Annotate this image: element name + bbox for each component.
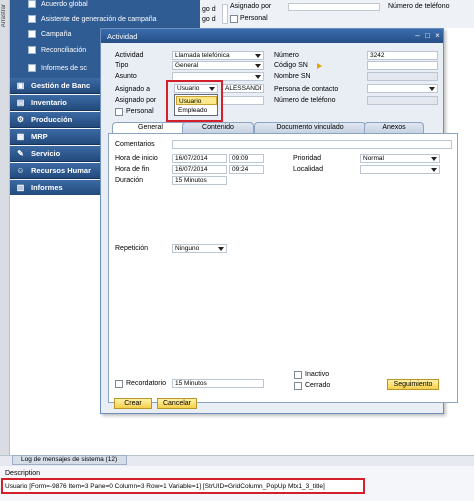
persona-contacto-label: Persona de contacto (274, 86, 339, 93)
hr-icon: ☺ (16, 166, 25, 175)
actividad-label: Actividad (115, 52, 144, 59)
mrp-icon: ▦ (16, 132, 25, 141)
description-title: Description (5, 470, 41, 477)
bg-asignado-label: Asignado por (230, 3, 272, 10)
telefono-label: Número de teléfono (274, 97, 336, 104)
service-icon: ✎ (17, 149, 24, 158)
localidad-select[interactable] (360, 165, 440, 174)
codigo-sn-label: Código SN (274, 62, 308, 69)
bank-icon: ▣ (16, 81, 25, 90)
cerrado-checkbox[interactable] (294, 382, 302, 390)
personal-label: Personal (126, 108, 154, 115)
repeticion-label: Repetición (115, 245, 149, 252)
prioridad-select[interactable]: Normal (360, 154, 440, 163)
cancelar-button[interactable]: Cancelar (157, 398, 197, 409)
maximize-icon[interactable]: □ (423, 31, 432, 40)
duracion-field[interactable]: 15 Minutos (172, 176, 227, 185)
asunto-label: Asunto (115, 73, 137, 80)
chevron-down-icon (255, 64, 261, 68)
asignado-por-label: Asignado por (115, 97, 157, 104)
localidad-label: Localidad (293, 166, 323, 173)
production-icon: ⚙ (16, 115, 25, 124)
chevron-down-icon (255, 75, 261, 79)
hora-inicio-label: Hora de inicio (115, 155, 158, 162)
close-icon[interactable]: × (433, 31, 442, 40)
duracion-label: Duración (115, 177, 144, 184)
recordatorio-field[interactable]: 15 Minutos (172, 379, 264, 388)
repeticion-select[interactable]: Ninguno (172, 244, 227, 253)
sidebar-subitem-asistente[interactable]: Asistente de generación de campaña (28, 11, 198, 27)
drag-strip-label: Arrastrar (1, 4, 7, 28)
tab-anexos[interactable]: Anexos (364, 122, 424, 133)
personal-checkbox[interactable] (115, 108, 123, 116)
dialog-title: Actividad (107, 31, 138, 41)
bg-go-label: go d (202, 6, 216, 13)
persona-contacto-select[interactable] (367, 84, 438, 93)
nombre-sn-field[interactable] (367, 72, 438, 81)
drag-strip[interactable]: Arrastrar (0, 0, 10, 470)
tab-documento-vinculado[interactable]: Documento vinculado (254, 122, 366, 133)
recordatorio-label: Recordatorio (126, 380, 167, 387)
numero-label: Número (274, 52, 299, 59)
bg-asignado-field (288, 3, 380, 11)
chevron-down-icon (429, 87, 435, 91)
chevron-down-icon (218, 247, 224, 251)
folder-icon (28, 64, 36, 72)
hora-fin-time[interactable]: 09:24 (229, 165, 264, 174)
dialog-titlebar[interactable]: Actividad (101, 29, 443, 43)
numero-field[interactable]: 3242 (367, 51, 438, 60)
chevron-down-icon (255, 54, 261, 58)
asignado-por-field[interactable] (222, 96, 264, 105)
cerrado-label: Cerrado (305, 382, 331, 389)
bg-personal-label: Personal (240, 15, 268, 22)
form-icon (28, 15, 36, 23)
hora-fin-date[interactable]: 16/07/2014 (172, 165, 227, 174)
bg-telefono-label: Número de teléfono (388, 3, 450, 10)
bg-personal-checkbox (230, 15, 238, 23)
nombre-sn-label: Nombre SN (274, 73, 311, 80)
background-form: go d go d Asignado por Número de teléfon… (200, 0, 474, 28)
bg-go-label-2: go d (202, 16, 216, 23)
inactivo-checkbox[interactable] (294, 371, 302, 379)
hora-fin-label: Hora de fin (115, 166, 150, 173)
chevron-down-icon (431, 157, 437, 161)
tipo-label: Tipo (115, 62, 129, 69)
comentarios-field[interactable] (172, 140, 452, 149)
bg-field (222, 4, 228, 24)
codigo-sn-field[interactable] (367, 61, 438, 70)
form-icon (28, 46, 36, 54)
highlight-box-dropdown (166, 80, 223, 122)
chevron-down-icon (431, 168, 437, 172)
seguimiento-button[interactable]: Seguimiento (387, 379, 439, 390)
tab-contenido[interactable]: Contenido (182, 122, 254, 133)
tipo-select[interactable]: General (172, 61, 264, 70)
telefono-field[interactable] (367, 96, 438, 105)
description-text: Usuario [Form=-9876 Item=3 Pane=0 Column… (5, 483, 325, 490)
prioridad-label: Prioridad (293, 155, 322, 162)
minimize-icon[interactable]: – (413, 31, 422, 40)
inventory-icon: ▤ (16, 98, 25, 107)
hora-inicio-time[interactable]: 09:09 (229, 154, 264, 163)
inactivo-label: Inactivo (305, 371, 330, 378)
recordatorio-checkbox[interactable] (115, 380, 123, 388)
asignado-a-label: Asignado a (115, 86, 151, 93)
system-log-tab[interactable]: Log de mensajes de sistema (12) (12, 455, 127, 465)
hora-inicio-date[interactable]: 16/07/2014 (172, 154, 227, 163)
form-icon (28, 30, 36, 38)
form-icon (28, 0, 36, 8)
comentarios-label: Comentarios (115, 141, 155, 148)
asignado-a-name-field[interactable]: ALESSANDI (222, 84, 264, 93)
link-arrow-icon[interactable] (317, 63, 322, 69)
crear-button[interactable]: Crear (114, 398, 152, 409)
actividad-select[interactable]: Llamada telefónica (172, 51, 264, 60)
reports-icon: ▥ (16, 183, 25, 192)
